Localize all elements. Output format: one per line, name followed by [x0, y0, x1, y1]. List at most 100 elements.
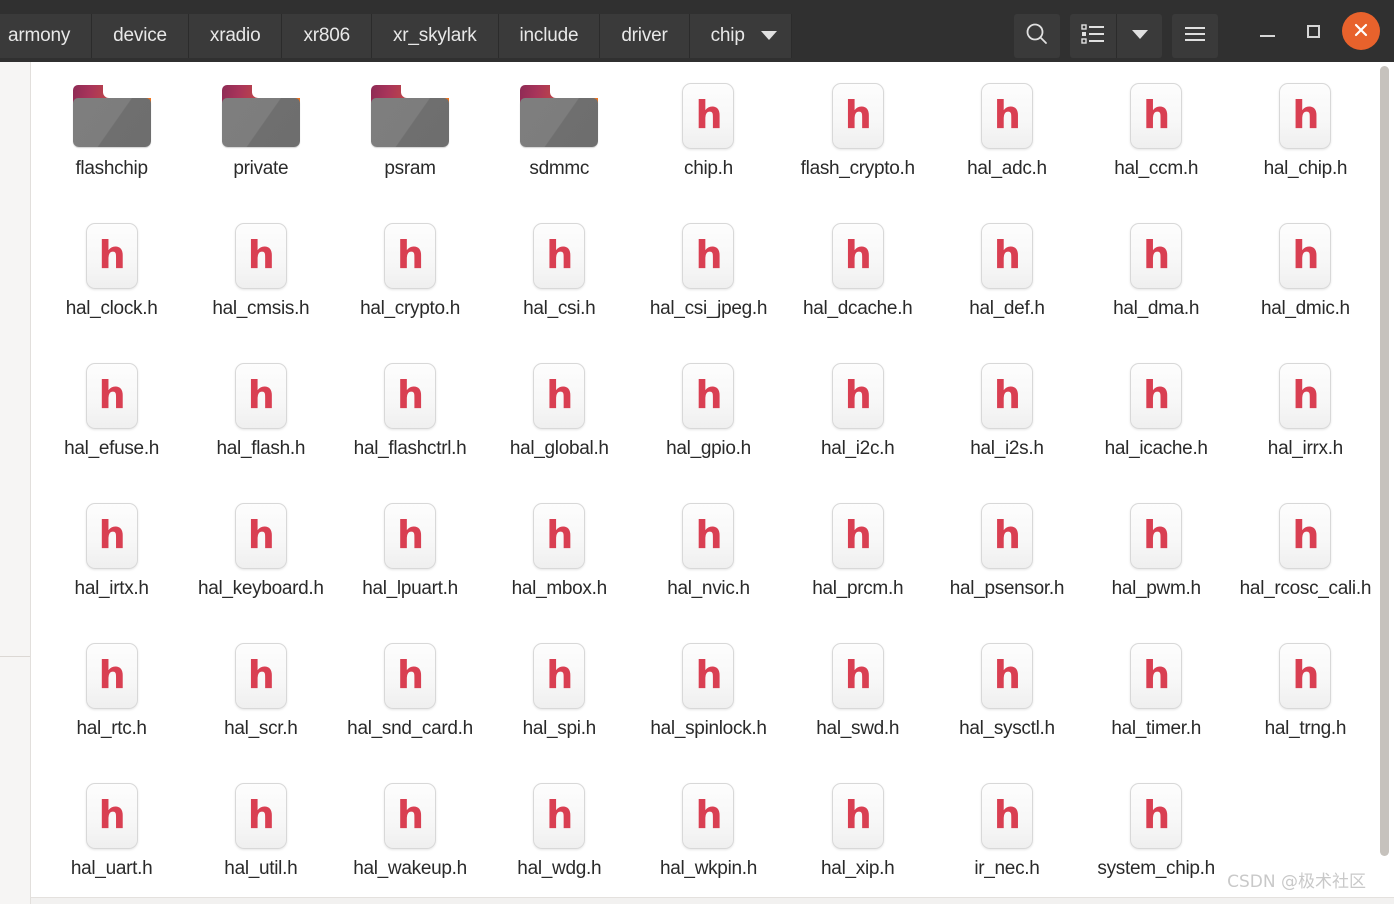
file-item[interactable]: h hal_xip.h: [783, 770, 932, 904]
file-item[interactable]: h hal_efuse.h: [37, 350, 186, 490]
file-item[interactable]: h hal_nvic.h: [634, 490, 783, 630]
places-sidebar[interactable]: [0, 62, 31, 904]
file-item[interactable]: h hal_keyboard.h: [186, 490, 335, 630]
file-item[interactable]: h system_chip.h: [1082, 770, 1231, 904]
file-item[interactable]: h hal_rcosc_cali.h: [1231, 490, 1380, 630]
file-item[interactable]: h hal_swd.h: [783, 630, 932, 770]
file-item[interactable]: h hal_mbox.h: [485, 490, 634, 630]
item-label: hal_xip.h: [821, 858, 895, 879]
file-item[interactable]: h flash_crypto.h: [783, 70, 932, 210]
file-item[interactable]: h hal_sysctl.h: [932, 630, 1081, 770]
breadcrumb: armony device xradio xr806 xr_skylark include…: [0, 13, 792, 58]
breadcrumb-device[interactable]: device: [92, 13, 189, 58]
file-item[interactable]: h hal_trng.h: [1231, 630, 1380, 770]
view-mode-group: [1070, 13, 1162, 58]
header-file-icon: h: [234, 363, 287, 429]
header-file-glyph: h: [993, 653, 1021, 697]
item-label: hal_trng.h: [1264, 718, 1347, 739]
file-item[interactable]: h hal_spi.h: [485, 630, 634, 770]
folder-item[interactable]: psram: [335, 70, 484, 210]
file-item[interactable]: h hal_flash.h: [186, 350, 335, 490]
file-item[interactable]: h hal_dma.h: [1082, 210, 1231, 350]
breadcrumb-include[interactable]: include: [498, 13, 601, 58]
file-item[interactable]: h hal_chip.h: [1231, 70, 1380, 210]
header-toolbar: [1014, 13, 1218, 58]
close-button[interactable]: [1342, 12, 1380, 50]
file-item[interactable]: h hal_def.h: [932, 210, 1081, 350]
header-file-glyph: h: [397, 793, 424, 837]
folder-item[interactable]: flashchip: [37, 70, 186, 210]
file-item[interactable]: h hal_wkpin.h: [634, 770, 783, 904]
file-item[interactable]: h hal_rtc.h: [37, 630, 186, 770]
icon-wrapper: h: [384, 360, 437, 432]
file-item[interactable]: h hal_csi_jpeg.h: [634, 210, 783, 350]
file-item[interactable]: h hal_ccm.h: [1082, 70, 1231, 210]
file-item[interactable]: h hal_scr.h: [186, 630, 335, 770]
maximize-button[interactable]: [1290, 8, 1336, 54]
icon-wrapper: h: [831, 360, 884, 432]
file-item[interactable]: h hal_gpio.h: [634, 350, 783, 490]
window-body: flashchip private psram sdmmc h chip.h h flash_…: [0, 62, 1394, 904]
file-item[interactable]: h hal_clock.h: [37, 210, 186, 350]
header-file-icon: h: [1279, 643, 1332, 709]
vertical-scrollbar[interactable]: [1380, 66, 1389, 878]
file-item[interactable]: h hal_i2c.h: [783, 350, 932, 490]
file-item[interactable]: h hal_dcache.h: [783, 210, 932, 350]
file-item[interactable]: h hal_timer.h: [1082, 630, 1231, 770]
search-icon: [1024, 21, 1050, 50]
file-item[interactable]: h hal_crypto.h: [335, 210, 484, 350]
file-item[interactable]: h hal_wdg.h: [485, 770, 634, 904]
file-item[interactable]: h hal_psensor.h: [932, 490, 1081, 630]
file-item[interactable]: h hal_spinlock.h: [634, 630, 783, 770]
breadcrumb-xradio[interactable]: xradio: [188, 13, 283, 58]
item-label: hal_chip.h: [1263, 158, 1348, 179]
item-label: hal_irtx.h: [74, 578, 149, 599]
breadcrumb-driver[interactable]: driver: [600, 13, 690, 58]
item-label: hal_irrx.h: [1267, 438, 1343, 459]
item-label: hal_prcm.h: [812, 578, 904, 599]
item-label: sdmmc: [529, 158, 590, 179]
file-item[interactable]: h hal_uart.h: [37, 770, 186, 904]
header-file-glyph: h: [844, 513, 872, 557]
header-file-icon: h: [1130, 783, 1183, 849]
scrollbar-thumb[interactable]: [1380, 66, 1389, 856]
file-item[interactable]: h hal_irtx.h: [37, 490, 186, 630]
main-menu-button[interactable]: [1172, 13, 1218, 58]
file-item[interactable]: h hal_icache.h: [1082, 350, 1231, 490]
file-item[interactable]: h hal_prcm.h: [783, 490, 932, 630]
file-item[interactable]: h ir_nec.h: [932, 770, 1081, 904]
header-file-glyph: h: [546, 373, 573, 417]
folder-item[interactable]: sdmmc: [485, 70, 634, 210]
file-item[interactable]: h hal_i2s.h: [932, 350, 1081, 490]
file-item[interactable]: h chip.h: [634, 70, 783, 210]
file-item[interactable]: h hal_lpuart.h: [335, 490, 484, 630]
item-label: hal_def.h: [969, 298, 1045, 319]
view-options-dropdown-button[interactable]: [1116, 13, 1162, 58]
file-item[interactable]: h hal_util.h: [186, 770, 335, 904]
search-button[interactable]: [1014, 13, 1060, 58]
icon-wrapper: [520, 80, 599, 152]
list-view-button[interactable]: [1070, 13, 1116, 58]
file-item[interactable]: h hal_csi.h: [485, 210, 634, 350]
file-item[interactable]: h hal_dmic.h: [1231, 210, 1380, 350]
breadcrumb-harmony[interactable]: armony: [0, 13, 93, 58]
file-item[interactable]: h hal_snd_card.h: [335, 630, 484, 770]
header-file-icon: h: [682, 363, 735, 429]
folder-item[interactable]: private: [186, 70, 335, 210]
file-item[interactable]: h hal_irrx.h: [1231, 350, 1380, 490]
icon-wrapper: h: [980, 640, 1033, 712]
breadcrumb-xr806[interactable]: xr806: [282, 13, 372, 58]
file-item[interactable]: h hal_pwm.h: [1082, 490, 1231, 630]
header-file-icon: h: [831, 783, 884, 849]
breadcrumb-chip[interactable]: chip: [689, 13, 792, 58]
file-item[interactable]: h hal_global.h: [485, 350, 634, 490]
file-item[interactable]: h hal_adc.h: [932, 70, 1081, 210]
file-item[interactable]: h hal_wakeup.h: [335, 770, 484, 904]
icon-wrapper: h: [1130, 780, 1183, 852]
breadcrumb-xr-skylark[interactable]: xr_skylark: [371, 13, 499, 58]
file-item[interactable]: h hal_cmsis.h: [186, 210, 335, 350]
minimize-button[interactable]: [1244, 8, 1290, 54]
file-item[interactable]: h hal_flashctrl.h: [335, 350, 484, 490]
item-label: hal_icache.h: [1104, 438, 1208, 459]
file-view[interactable]: flashchip private psram sdmmc h chip.h h flash_…: [31, 62, 1394, 904]
